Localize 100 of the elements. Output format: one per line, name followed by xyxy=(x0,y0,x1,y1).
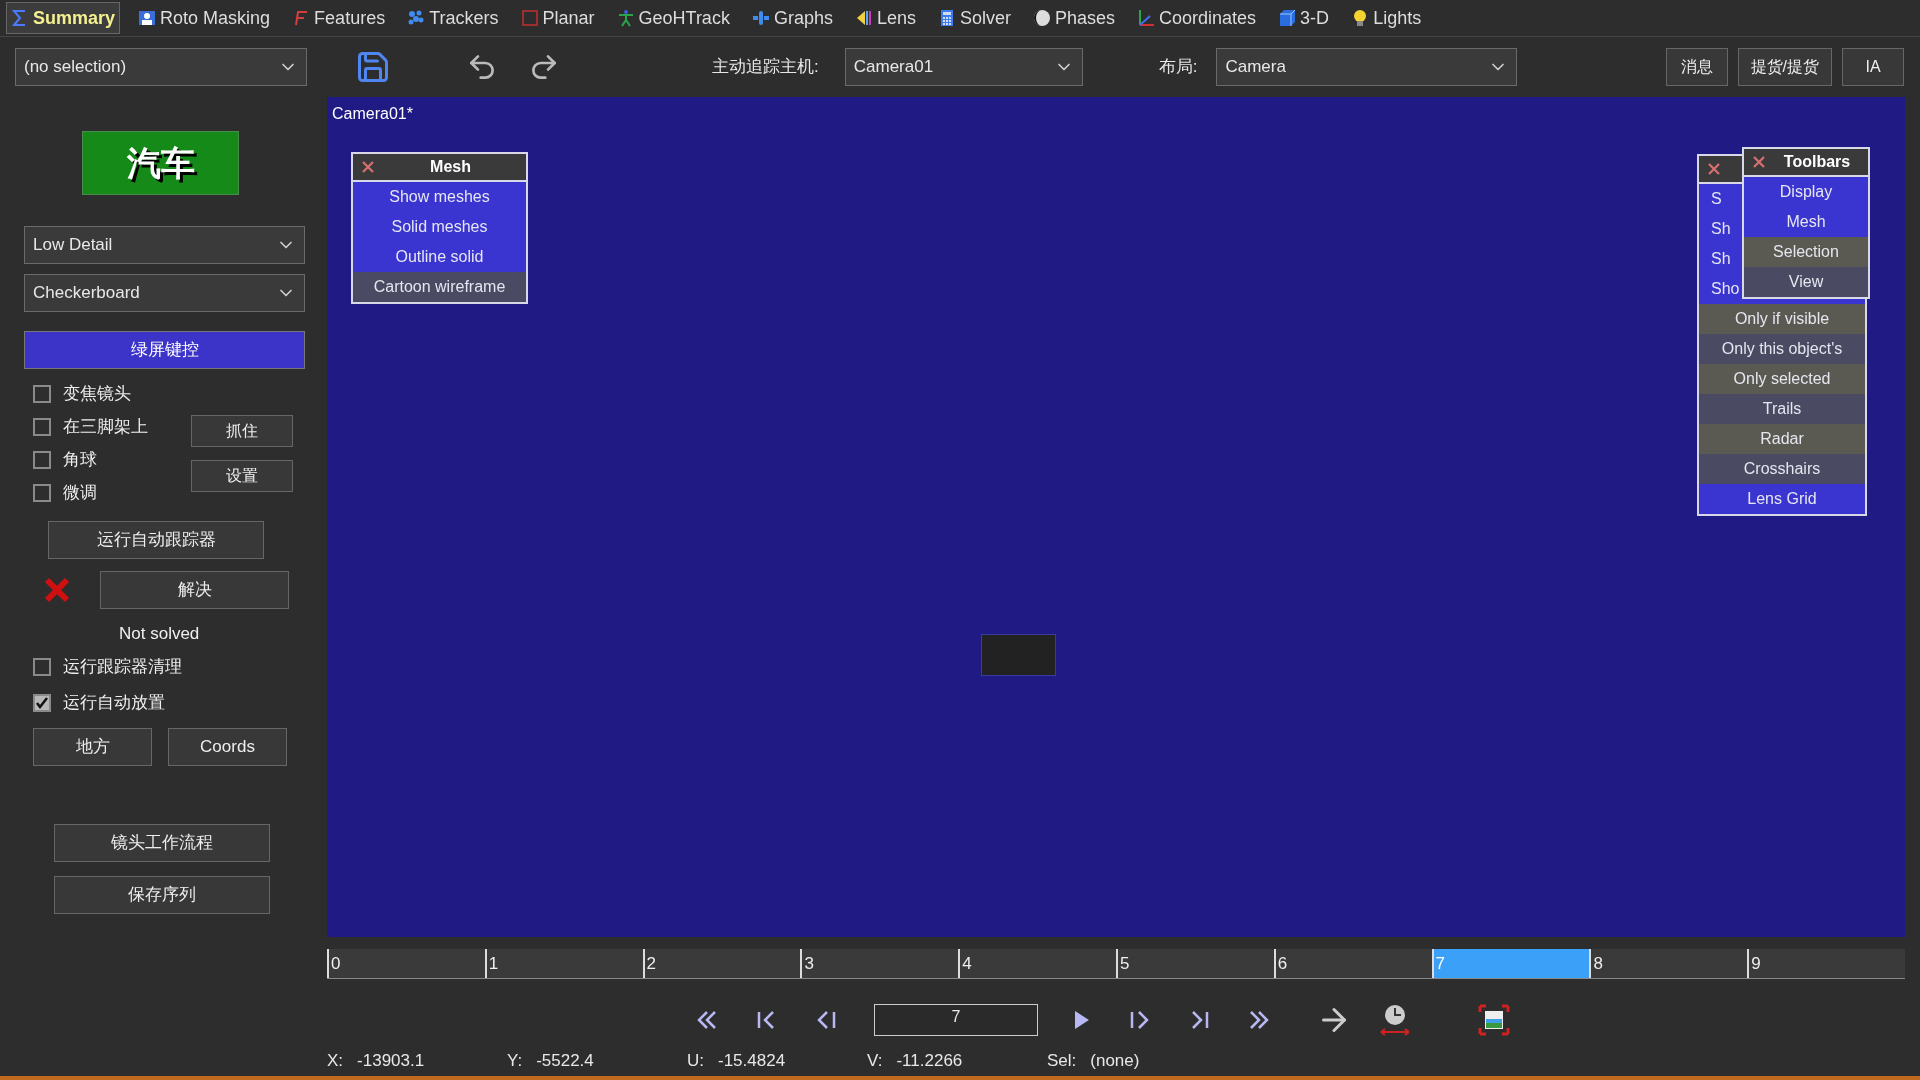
graph-icon xyxy=(751,9,770,27)
viewport-title: Camera01* xyxy=(332,104,413,124)
panel-item[interactable]: Radar xyxy=(1699,424,1865,454)
panel-title: Mesh xyxy=(429,157,472,177)
panel-item[interactable]: View xyxy=(1744,267,1868,297)
person-icon xyxy=(138,9,157,27)
tab[interactable]: Summary xyxy=(6,2,121,34)
toolbar-button[interactable]: 提货/提货 xyxy=(1737,48,1832,86)
title-badge: 汽车 xyxy=(82,131,239,195)
tab[interactable]: Coordinates xyxy=(1133,2,1261,34)
clock-icon[interactable] xyxy=(1378,1003,1412,1037)
action-button[interactable]: Coords xyxy=(168,727,287,766)
status-value: -15.4824 xyxy=(718,1050,786,1072)
panel-item[interactable]: Only if visible xyxy=(1699,304,1865,334)
cube-icon xyxy=(1278,9,1297,27)
side-button[interactable]: 设置 xyxy=(191,460,293,492)
tab[interactable]: Planar xyxy=(516,2,599,34)
panel-item[interactable]: Display xyxy=(1744,177,1868,207)
checkbox[interactable] xyxy=(33,694,51,712)
object-dropdown[interactable]: (no selection) xyxy=(15,48,307,86)
timeline-frame[interactable]: 6 xyxy=(1273,949,1432,978)
tab[interactable]: Lights xyxy=(1347,2,1426,34)
toolbar-button[interactable]: IA xyxy=(1842,48,1904,86)
status-label: V: xyxy=(867,1050,883,1072)
frame-field[interactable]: 7 xyxy=(874,1004,1038,1036)
tab[interactable]: Lens xyxy=(850,2,920,34)
checkbox[interactable] xyxy=(33,384,51,403)
status-value: (none) xyxy=(1090,1050,1140,1072)
status-label: Sel: xyxy=(1047,1050,1077,1072)
layout-label: 布局: xyxy=(1158,56,1198,79)
detail-dropdown[interactable]: Low Detail xyxy=(24,226,305,264)
tab[interactable]: 3-D xyxy=(1274,2,1334,34)
checkbox-label: 在三脚架上 xyxy=(63,415,148,438)
figure-icon xyxy=(616,9,635,27)
autotrack-button[interactable]: 运行自动跟踪器 xyxy=(48,521,264,559)
checkbox-label: 运行自动放置 xyxy=(63,692,165,715)
checkmark-icon xyxy=(35,696,49,710)
cross-icon xyxy=(43,576,71,604)
square-icon xyxy=(520,9,539,27)
axes-icon xyxy=(1137,9,1156,27)
tab[interactable]: GeoHTrack xyxy=(612,2,734,34)
panel-item[interactable]: Trails xyxy=(1699,394,1865,424)
panel-item[interactable]: Only this object's xyxy=(1699,334,1865,364)
side-button[interactable]: 抓住 xyxy=(191,415,293,447)
close-icon[interactable] xyxy=(361,160,375,174)
panel-item[interactable]: Selection xyxy=(1744,237,1868,267)
solve-button[interactable]: 解决 xyxy=(100,571,289,609)
host-dropdown[interactable]: Camera01 xyxy=(844,48,1083,86)
checkbox[interactable] xyxy=(33,658,51,676)
timeline-frame[interactable]: 0 xyxy=(327,949,485,978)
checkbox[interactable] xyxy=(33,483,51,502)
status-label: U: xyxy=(687,1050,704,1072)
workflow-button[interactable]: 保存序列 xyxy=(54,875,270,914)
tab[interactable]: Phases xyxy=(1029,2,1120,34)
checkbox-label: 变焦镜头 xyxy=(63,382,131,405)
panel-item[interactable]: Crosshairs xyxy=(1699,454,1865,484)
tab[interactable]: Trackers xyxy=(403,2,503,34)
status-label: X: xyxy=(327,1050,344,1072)
panel-item[interactable]: Outline solid xyxy=(353,242,526,272)
action-button[interactable]: 地方 xyxy=(33,727,152,766)
timeline-frame[interactable]: 2 xyxy=(642,949,801,978)
tab[interactable]: Roto Masking xyxy=(134,2,275,34)
moon-icon xyxy=(1033,9,1051,27)
toolbar-button[interactable]: 消息 xyxy=(1665,48,1728,86)
panel-title: Toolbars xyxy=(1782,152,1852,172)
status-value: -13903.1 xyxy=(357,1050,425,1072)
panel-item[interactable]: Solid meshes xyxy=(353,212,526,242)
greenscreen-button[interactable]: 绿屏键控 xyxy=(24,331,305,369)
timeline-frame[interactable]: 3 xyxy=(800,949,959,978)
dots-icon xyxy=(407,9,426,27)
panel-item[interactable]: Cartoon wireframe xyxy=(353,272,526,302)
save-icon[interactable] xyxy=(355,49,391,85)
tab[interactable]: Features xyxy=(288,2,390,34)
timeline-frame[interactable]: 9 xyxy=(1747,949,1905,978)
host-label: 主动追踪主机: xyxy=(712,56,819,79)
background-dropdown[interactable]: Checkerboard xyxy=(24,274,305,312)
panel-item[interactable]: Show meshes xyxy=(353,182,526,212)
timeline-frame[interactable]: 1 xyxy=(484,949,643,978)
render-icon[interactable] xyxy=(1478,1004,1510,1036)
timeline-frame[interactable]: 8 xyxy=(1589,949,1748,978)
checkbox-label: 运行跟踪器清理 xyxy=(63,656,182,679)
panel-item[interactable]: Only selected xyxy=(1699,364,1865,394)
layout-dropdown[interactable]: Camera xyxy=(1216,48,1518,86)
checkbox[interactable] xyxy=(33,417,51,436)
workflow-button[interactable]: 镜头工作流程 xyxy=(54,823,270,862)
status-value: -11.2266 xyxy=(896,1050,963,1072)
solve-status: Not solved xyxy=(119,623,200,645)
status-value: -5522.4 xyxy=(536,1050,594,1072)
panel-item[interactable]: Lens Grid xyxy=(1699,484,1865,514)
status-label: Y: xyxy=(507,1050,523,1072)
panel-item[interactable]: Mesh xyxy=(1744,207,1868,237)
timeline-frame[interactable]: 4 xyxy=(958,949,1116,978)
checkbox[interactable] xyxy=(33,450,51,469)
close-icon[interactable] xyxy=(1707,162,1721,176)
checkbox-label: 角球 xyxy=(63,448,97,471)
tab[interactable]: Solver xyxy=(933,2,1015,34)
timeline-frame[interactable]: 5 xyxy=(1116,949,1274,978)
checkbox-label: 微调 xyxy=(63,481,97,504)
tab[interactable]: Graphs xyxy=(747,2,837,34)
close-icon[interactable] xyxy=(1752,155,1766,169)
